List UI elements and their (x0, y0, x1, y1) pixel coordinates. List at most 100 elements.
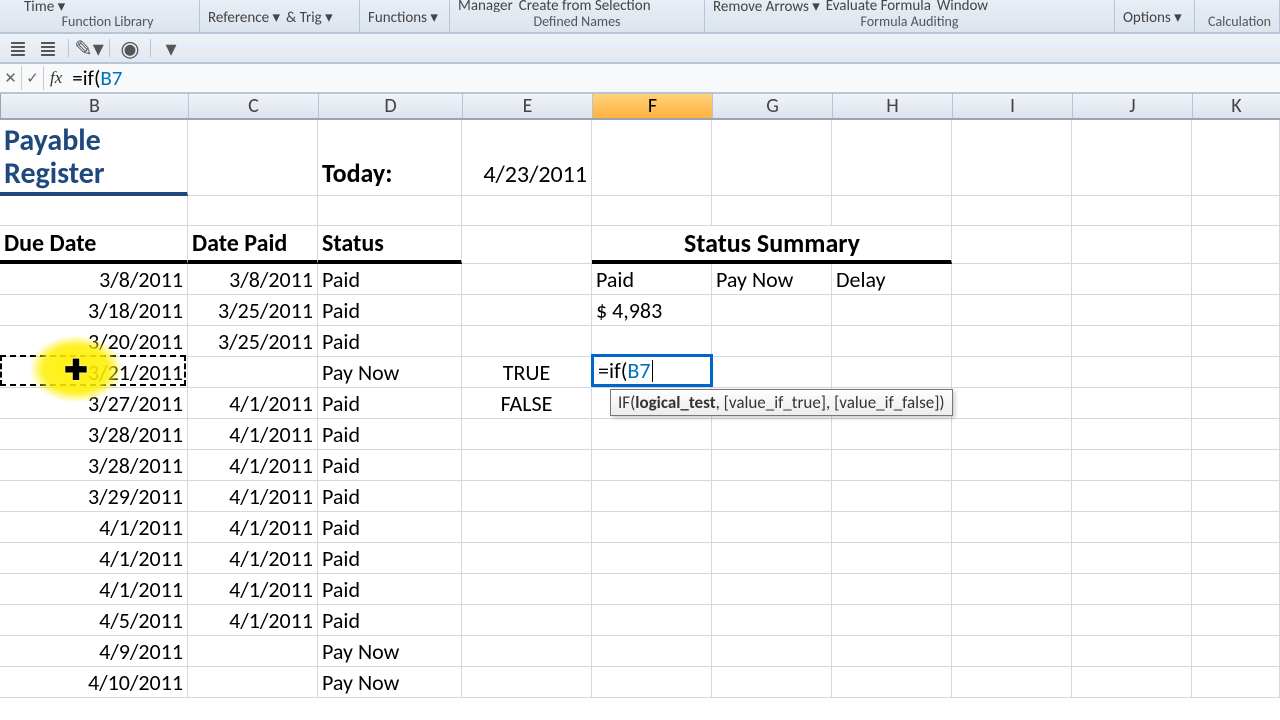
cell[interactable] (952, 120, 1072, 196)
cell[interactable] (1192, 605, 1280, 636)
cell[interactable] (952, 512, 1072, 543)
cell[interactable] (1192, 419, 1280, 450)
cell[interactable] (1072, 667, 1192, 698)
cell[interactable] (712, 357, 832, 388)
cell[interactable] (712, 450, 832, 481)
cell[interactable] (712, 574, 832, 605)
cell[interactable] (952, 636, 1072, 667)
cell[interactable] (952, 481, 1072, 512)
cell[interactable]: 4/1/2011 (188, 543, 318, 574)
cell[interactable] (832, 120, 952, 196)
cell[interactable] (592, 574, 712, 605)
cell[interactable] (1072, 574, 1192, 605)
cell[interactable] (1072, 450, 1192, 481)
cell[interactable] (1192, 450, 1280, 481)
cell[interactable] (1192, 120, 1280, 196)
cell[interactable]: Pay Now (712, 264, 832, 295)
cell[interactable] (1192, 481, 1280, 512)
cell[interactable]: 3/21/2011 (0, 357, 188, 388)
spreadsheet-grid[interactable]: Payable Register Today: 4/23/2011 Due Da… (0, 120, 1280, 698)
cell[interactable]: Paid (318, 388, 462, 419)
ribbon-remove-arrows[interactable]: Remove Arrows ▾ (713, 0, 820, 12)
cell[interactable]: Paid (318, 481, 462, 512)
cell[interactable] (832, 450, 952, 481)
cell[interactable] (592, 120, 712, 196)
cell[interactable]: 4/1/2011 (0, 574, 188, 605)
ribbon-calc-options[interactable]: Options ▾ (1123, 8, 1182, 27)
indent-decrease-icon[interactable]: ≣ (8, 38, 28, 58)
cell[interactable] (188, 120, 318, 196)
cell[interactable]: FALSE (462, 388, 592, 419)
cell[interactable] (952, 605, 1072, 636)
cell[interactable] (952, 357, 1072, 388)
cell[interactable] (1072, 326, 1192, 357)
cell[interactable] (1072, 419, 1192, 450)
cell[interactable] (1192, 574, 1280, 605)
cell[interactable] (592, 326, 712, 357)
cell[interactable]: 4/1/2011 (188, 605, 318, 636)
column-header-J[interactable]: J (1073, 94, 1193, 118)
cell[interactable] (712, 605, 832, 636)
cell[interactable]: TRUE (462, 357, 592, 388)
cancel-edit-button[interactable]: ✕ (0, 66, 22, 90)
cell[interactable] (1192, 636, 1280, 667)
cell[interactable] (952, 264, 1072, 295)
cell[interactable]: 3/29/2011 (0, 481, 188, 512)
cell[interactable] (1072, 481, 1192, 512)
cell[interactable]: Paid (318, 295, 462, 326)
cell[interactable]: Paid (318, 605, 462, 636)
cell[interactable] (952, 295, 1072, 326)
cell[interactable]: Delay (832, 264, 952, 295)
cell[interactable] (592, 419, 712, 450)
cell[interactable] (1192, 512, 1280, 543)
cell[interactable] (592, 605, 712, 636)
cell[interactable]: Pay Now (318, 357, 462, 388)
ribbon-functions-dropdown[interactable]: Functions ▾ (368, 8, 438, 27)
cell[interactable]: Paid (318, 543, 462, 574)
cell[interactable]: 4/1/2011 (188, 450, 318, 481)
editing-cell[interactable]: =if(B7 (591, 354, 713, 387)
cell[interactable] (952, 388, 1072, 419)
cell[interactable] (1072, 636, 1192, 667)
cell[interactable] (712, 543, 832, 574)
cell[interactable] (952, 543, 1072, 574)
cell[interactable] (462, 264, 592, 295)
cell[interactable]: Pay Now (318, 667, 462, 698)
camera-icon[interactable]: ◉ (120, 38, 140, 58)
cell[interactable] (592, 481, 712, 512)
cell[interactable] (462, 512, 592, 543)
cell[interactable] (462, 636, 592, 667)
column-header-I[interactable]: I (953, 94, 1073, 118)
ribbon-reference-dropdown[interactable]: Reference ▾ (208, 8, 280, 27)
cell[interactable] (832, 543, 952, 574)
cell[interactable]: Paid (318, 419, 462, 450)
cell[interactable] (832, 574, 952, 605)
cell[interactable] (592, 667, 712, 698)
ribbon-name-manager[interactable]: Manager (458, 0, 513, 12)
column-header-G[interactable]: G (713, 94, 833, 118)
cell[interactable] (1192, 295, 1280, 326)
cell[interactable] (188, 357, 318, 388)
column-header-F[interactable]: F (593, 94, 713, 118)
cell[interactable] (712, 326, 832, 357)
cell[interactable]: 3/8/2011 (188, 264, 318, 295)
cell[interactable] (832, 512, 952, 543)
cell[interactable]: 4/1/2011 (188, 574, 318, 605)
formula-input[interactable]: =if(B7 (68, 63, 1280, 93)
enter-edit-button[interactable]: ✓ (22, 66, 44, 90)
cell[interactable] (712, 636, 832, 667)
cell[interactable] (712, 295, 832, 326)
indent-increase-icon[interactable]: ≣ (38, 38, 58, 58)
cell[interactable] (832, 357, 952, 388)
cell[interactable]: 4/10/2011 (0, 667, 188, 698)
cell[interactable] (1192, 357, 1280, 388)
cell[interactable] (592, 543, 712, 574)
cell[interactable] (1072, 388, 1192, 419)
cell[interactable] (1072, 357, 1192, 388)
insert-function-button[interactable]: fx (44, 68, 68, 88)
cell[interactable] (832, 295, 952, 326)
cell[interactable] (832, 419, 952, 450)
column-header-B[interactable]: B (1, 94, 189, 118)
cell[interactable] (832, 326, 952, 357)
cell[interactable]: Paid (592, 264, 712, 295)
